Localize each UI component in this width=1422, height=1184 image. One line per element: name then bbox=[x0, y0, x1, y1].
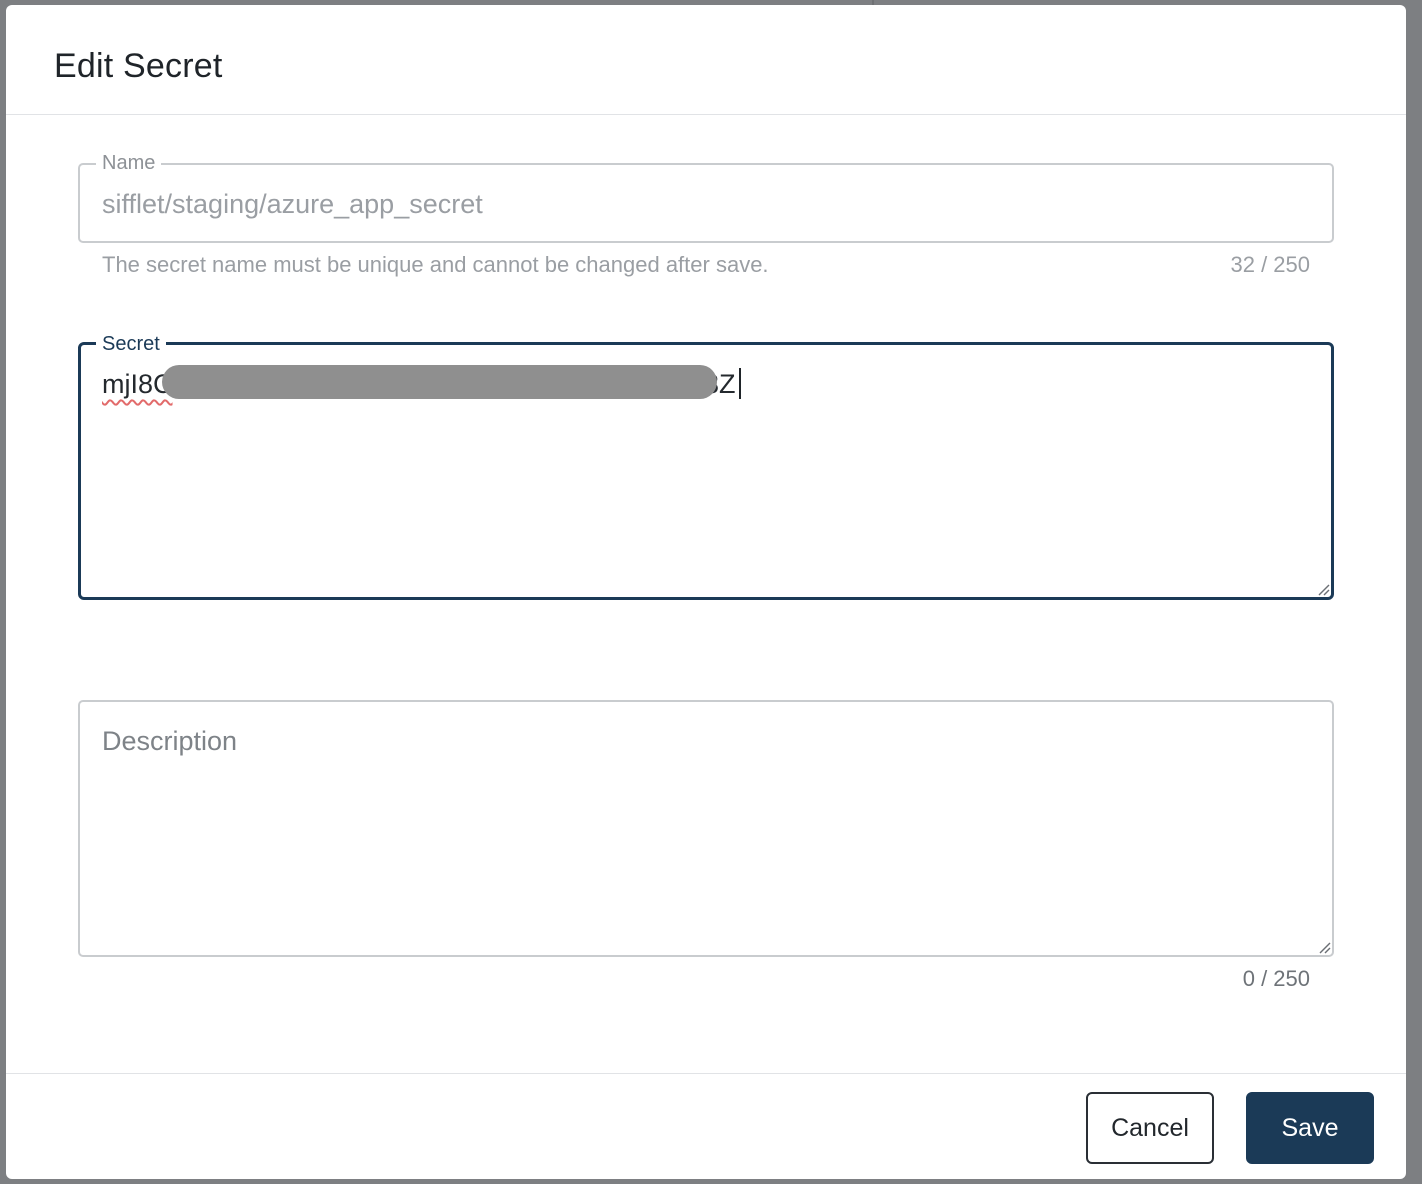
name-char-counter: 32 / 250 bbox=[1230, 252, 1310, 277]
dialog-header: Edit Secret bbox=[6, 5, 1406, 115]
cancel-button[interactable]: Cancel bbox=[1086, 1092, 1214, 1164]
text-caret bbox=[739, 368, 741, 399]
name-field-value: sifflet/staging/azure_app_secret bbox=[102, 189, 483, 219]
dialog-title: Edit Secret bbox=[54, 47, 223, 85]
resize-handle-icon[interactable] bbox=[1317, 940, 1331, 954]
secret-textarea[interactable]: Secret mjI8C 3Z bbox=[78, 333, 1334, 600]
name-field: Name sifflet/staging/azure_app_secret bbox=[78, 152, 1334, 243]
dialog-footer: Cancel Save bbox=[6, 1073, 1406, 1179]
description-placeholder: Description bbox=[102, 726, 238, 756]
redaction-mask bbox=[162, 365, 717, 399]
name-helper-text: The secret name must be unique and canno… bbox=[102, 252, 769, 277]
description-textarea[interactable]: Description bbox=[78, 700, 1334, 957]
description-char-counter: 0 / 250 bbox=[1242, 966, 1310, 991]
resize-handle-icon[interactable] bbox=[1316, 582, 1330, 596]
name-field-label: Name bbox=[96, 152, 162, 174]
secret-field-label: Secret bbox=[96, 333, 166, 355]
edit-secret-dialog: Edit Secret Name sifflet/staging/azure_a… bbox=[6, 5, 1406, 1179]
save-button[interactable]: Save bbox=[1246, 1092, 1374, 1164]
